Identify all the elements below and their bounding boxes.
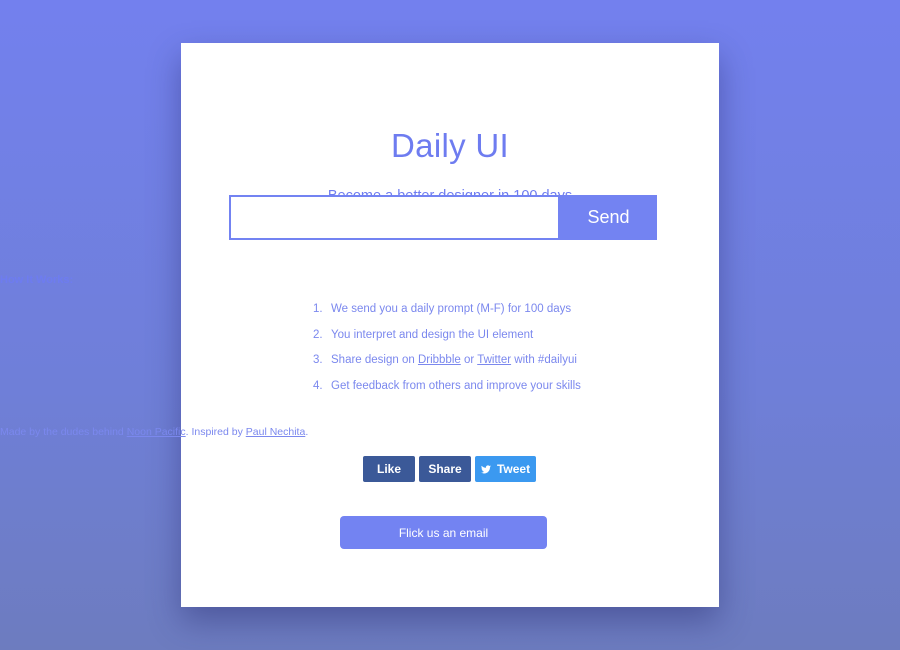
how-it-works-heading: How It Works: — [0, 274, 74, 286]
list-item: 4. Get feedback from others and improve y… — [313, 378, 581, 404]
steps-list: 1. We send you a daily prompt (M-F) for 1… — [313, 301, 581, 403]
list-item: 1. We send you a daily prompt (M-F) for 1… — [313, 301, 581, 327]
tweet-button[interactable]: Tweet — [475, 456, 536, 482]
paul-nechita-link[interactable]: Paul Nechita — [246, 426, 306, 438]
step-text: We send you a daily prompt (M-F) for 100… — [331, 303, 572, 315]
step-number: 2. — [313, 328, 323, 341]
step-text: Share design on — [331, 354, 418, 366]
step-text: Get feedback from others and improve you… — [331, 379, 581, 392]
step-number: 3. — [313, 354, 323, 366]
step-number: 1. — [313, 303, 323, 315]
twitter-link[interactable]: Twitter — [477, 354, 511, 366]
tweet-label: Tweet — [496, 462, 531, 476]
dribbble-link[interactable]: Dribbble — [418, 354, 461, 366]
credits-text: . — [305, 426, 309, 438]
credits: Made by the dudes behind Noon Pacific. I… — [0, 426, 900, 438]
list-item: 2. You interpret and design the UI elemen… — [313, 327, 581, 353]
list-item: 3. Share design on Dribbble or Twitter wi… — [313, 352, 581, 378]
twitter-bird-icon — [480, 464, 494, 476]
email-us-button[interactable]: Flick us an email — [340, 516, 547, 549]
send-button[interactable]: Send — [560, 195, 657, 240]
email-input[interactable] — [229, 195, 560, 240]
step-number: 4. — [313, 379, 323, 392]
step-text: with #dailyui — [511, 354, 577, 366]
step-text: or — [460, 354, 478, 366]
facebook-share-button[interactable]: Share — [419, 456, 471, 482]
page-title: Daily UI — [391, 127, 509, 164]
credits-text: Made by the dudes behind — [0, 426, 127, 438]
signup-form: Send — [229, 195, 657, 240]
social-buttons: Like Share Tweet — [363, 456, 536, 482]
credits-text: . Inspired by — [185, 426, 246, 438]
step-text: You interpret and design the UI element — [331, 328, 534, 341]
facebook-like-button[interactable]: Like — [363, 456, 415, 482]
noon-pacific-link[interactable]: Noon Pacific — [127, 426, 186, 438]
page: { "card": { "title": "Daily UI", "subtit… — [0, 0, 900, 650]
